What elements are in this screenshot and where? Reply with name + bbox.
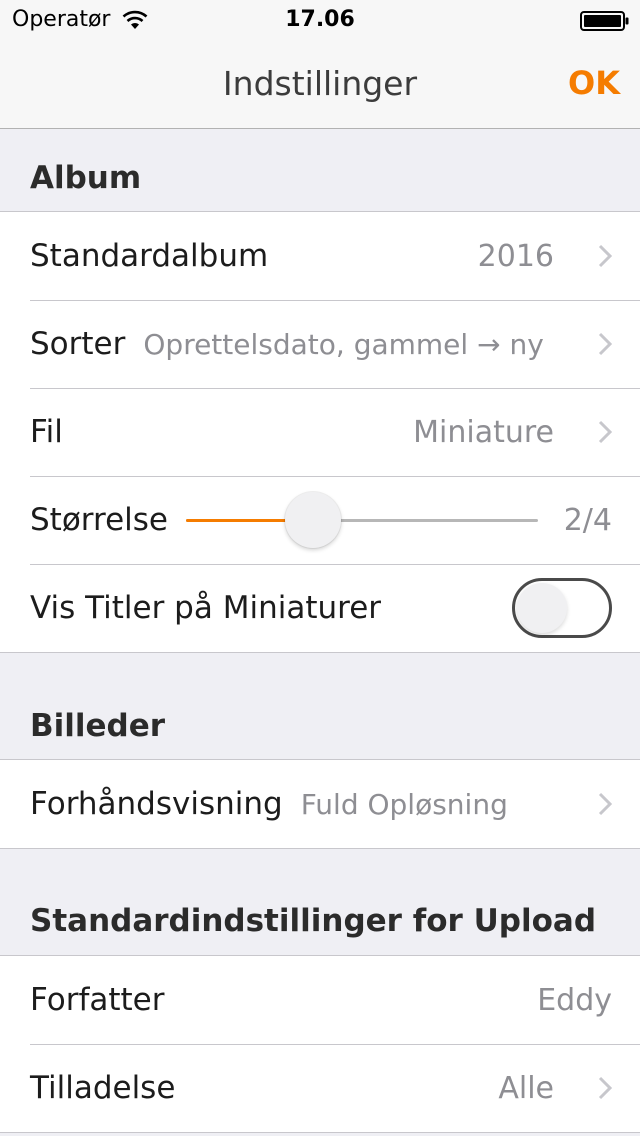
sort-label: Sorter (30, 326, 126, 362)
author-value: Eddy (537, 982, 612, 1018)
preview-value: Fuld Opløsning (300, 787, 508, 821)
section-header-album: Album (30, 160, 142, 196)
sort-row[interactable]: Sorter Oprettelsdato, gammel → ny (0, 300, 640, 388)
battery-icon (580, 11, 629, 31)
show-titles-row: Vis Titler på Miniaturer (0, 564, 640, 652)
preview-row[interactable]: Forhåndsvisning Fuld Opløsning (0, 760, 640, 848)
file-value: Miniature (413, 414, 554, 450)
chevron-right-icon (598, 244, 612, 268)
permission-row[interactable]: Tilladelse Alle (0, 1044, 640, 1132)
size-label: Størrelse (30, 502, 168, 538)
ok-button[interactable]: OK (568, 64, 620, 102)
file-row[interactable]: Fil Miniature (0, 388, 640, 476)
page-title: Indstillinger (222, 64, 418, 103)
upload-defaults-group: Forfatter Eddy Tilladelse Alle (0, 955, 640, 1133)
author-row[interactable]: Forfatter Eddy (0, 956, 640, 1044)
permission-value: Alle (498, 1070, 554, 1106)
author-label: Forfatter (30, 982, 165, 1018)
default-album-label: Standardalbum (30, 238, 269, 274)
show-titles-label: Vis Titler på Miniaturer (30, 590, 382, 626)
status-bar: Operatør 17.06 (0, 0, 640, 40)
default-album-row[interactable]: Standardalbum 2016 (0, 212, 640, 300)
size-value: 2/4 (563, 502, 612, 538)
images-settings-group: Forhåndsvisning Fuld Opløsning (0, 759, 640, 849)
album-settings-group: Standardalbum 2016 Sorter Oprettelsdato,… (0, 211, 640, 653)
size-slider[interactable] (185, 492, 538, 548)
file-label: Fil (30, 414, 63, 450)
preview-label: Forhåndsvisning (30, 786, 283, 822)
chevron-right-icon (598, 792, 612, 816)
navigation-bar: Indstillinger OK (0, 40, 640, 129)
size-row: Størrelse 2/4 (0, 476, 640, 564)
chevron-right-icon (598, 1076, 612, 1100)
section-header-images: Billeder (30, 708, 166, 744)
slider-thumb[interactable] (284, 492, 341, 548)
chevron-right-icon (598, 420, 612, 444)
toggle-knob (517, 583, 567, 633)
default-album-value: 2016 (477, 238, 554, 274)
sort-value: Oprettelsdato, gammel → ny (143, 327, 544, 361)
permission-label: Tilladelse (30, 1070, 176, 1106)
chevron-right-icon (598, 332, 612, 356)
status-time: 17.06 (285, 7, 355, 32)
show-titles-toggle[interactable] (512, 578, 612, 638)
section-header-upload-defaults: Standardindstillinger for Upload (30, 903, 597, 939)
